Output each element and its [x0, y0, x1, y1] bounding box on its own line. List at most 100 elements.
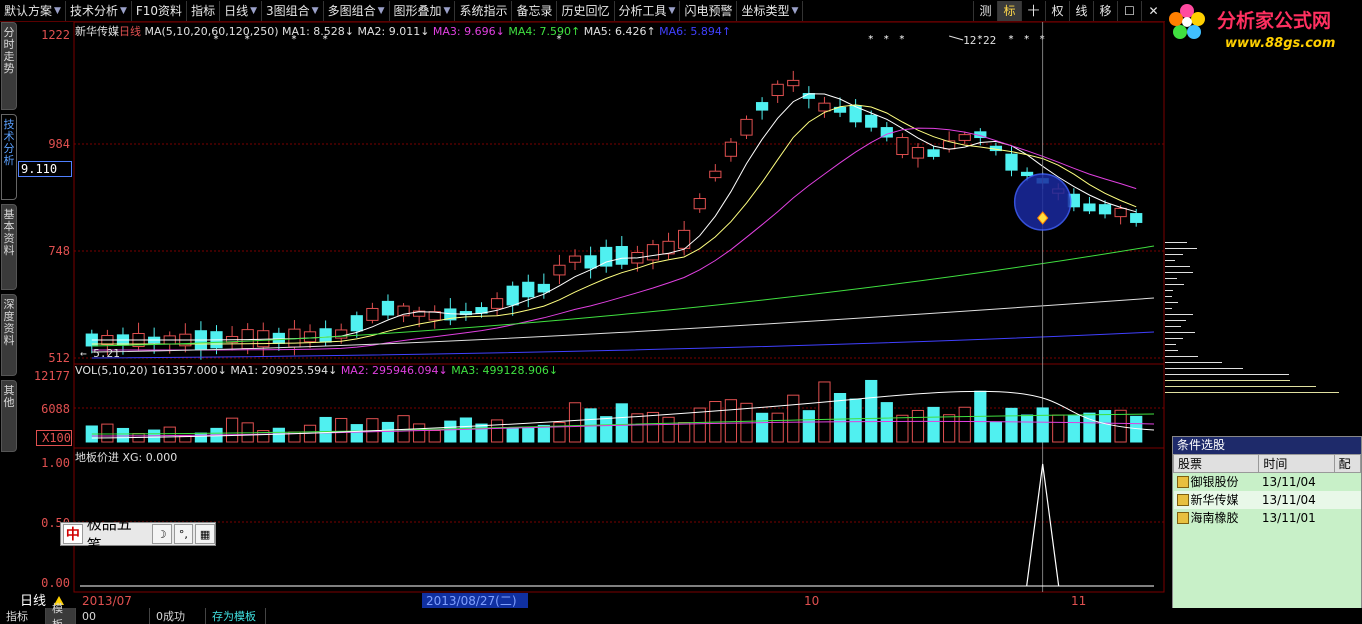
period-label: 日线: [119, 25, 141, 38]
keyboard-icon[interactable]: ▦: [195, 524, 215, 544]
toolbar-right-buttons: 测标十权线移 ☐ ✕: [973, 0, 1165, 21]
chevron-down-icon[interactable]: ▼: [250, 6, 257, 16]
toolbar-item-4[interactable]: 日线 ▼: [220, 0, 263, 21]
table-row[interactable]: 御银股份 13/11/04: [1174, 473, 1361, 491]
ma-legend-item: MA1: 8.528↓: [278, 25, 354, 38]
chip-bar: [1165, 386, 1316, 387]
volume-bar: [1020, 414, 1034, 443]
chip-distribution: [1165, 22, 1362, 436]
volume-bar: [724, 399, 738, 443]
candle-body: [958, 134, 971, 141]
ime-toolbar[interactable]: 中 极品五笔 ☽ °, ▦: [60, 515, 216, 554]
stock-name-cell[interactable]: 御银股份: [1174, 473, 1259, 491]
candle-body: [911, 146, 925, 159]
volume-bar: [459, 417, 473, 443]
toolbar-item-11[interactable]: 分析工具 ▼: [615, 0, 681, 21]
column-header-1[interactable]: 时间: [1258, 454, 1335, 473]
left-tab-2[interactable]: 基本资料: [1, 204, 17, 290]
volume-bar: [319, 416, 332, 443]
column-header-2[interactable]: 配: [1333, 454, 1362, 473]
volume-bar: [818, 381, 831, 443]
volume-bar: [1005, 407, 1018, 443]
chevron-down-icon[interactable]: ▼: [378, 6, 385, 16]
left-tab-0[interactable]: 分时走势: [1, 22, 17, 110]
toolbar-tool-button-7[interactable]: ✕: [1141, 0, 1165, 21]
volume-bar: [522, 426, 535, 443]
toolbar-item-13[interactable]: 坐标类型 ▼: [737, 0, 804, 21]
candle-body: [865, 114, 878, 128]
candle-body: [537, 283, 550, 293]
stock-name: 御银股份: [1190, 475, 1239, 490]
config-cell: [1334, 473, 1360, 491]
toolbar-tool-button-2[interactable]: 十: [1021, 0, 1045, 21]
punctuation-icon[interactable]: °,: [173, 524, 194, 544]
stock-icon: [1176, 512, 1189, 524]
left-tab-4[interactable]: 其他: [1, 380, 17, 452]
price-axis-label: 512: [48, 351, 70, 365]
volume-bar: [350, 424, 363, 443]
candle-body: [740, 118, 753, 136]
chip-bar: [1165, 392, 1340, 393]
toolbar-item-10[interactable]: 历史回忆: [557, 0, 615, 21]
toolbar-item-label: 系统指示: [459, 4, 508, 18]
stock-name-cell[interactable]: 海南橡胶: [1174, 509, 1259, 527]
stock-icon: [1176, 476, 1189, 489]
chip-bar: [1165, 338, 1184, 339]
chevron-down-icon[interactable]: ▼: [54, 6, 61, 16]
bottom-bar-item-1[interactable]: 模板: [46, 602, 76, 624]
toolbar-item-0[interactable]: 默认方案 ▼: [0, 0, 66, 21]
stock-name: 海南橡胶: [1190, 511, 1239, 525]
stock-name-cell[interactable]: 新华传媒: [1174, 491, 1259, 509]
chip-bar: [1165, 326, 1182, 327]
left-tab-3[interactable]: 深度资料: [1, 294, 17, 376]
toolbar-item-1[interactable]: 技术分析 ▼: [66, 0, 132, 21]
chevron-down-icon[interactable]: ▼: [669, 6, 676, 16]
toolbar-item-5[interactable]: 3图组合 ▼: [262, 0, 324, 21]
chevron-down-icon[interactable]: ▼: [444, 6, 451, 16]
chevron-down-icon[interactable]: ▼: [120, 6, 127, 16]
volume-bar: [194, 432, 208, 443]
table-row[interactable]: 新华传媒 13/11/04: [1173, 490, 1361, 509]
column-header-0[interactable]: 股票: [1172, 454, 1260, 473]
toolbar-tool-button-0[interactable]: 测: [973, 0, 997, 21]
toolbar-tool-button-1[interactable]: 标: [997, 0, 1021, 21]
toolbar-tool-button-6[interactable]: ☐: [1117, 0, 1141, 21]
chevron-down-icon[interactable]: ▼: [312, 6, 319, 16]
toolbar-item-8[interactable]: 系统指示: [455, 0, 513, 21]
price-panel-frame: [73, 22, 1165, 365]
toolbar-item-12[interactable]: 闪电预警: [680, 0, 738, 21]
volume-bar: [646, 411, 660, 443]
toolbar-tool-button-4[interactable]: 线: [1069, 0, 1093, 21]
signal-star-icon: *: [977, 34, 982, 45]
toolbar-item-3[interactable]: 指标: [187, 0, 221, 21]
ma-legend: MA(5,10,20,60,120,250) MA1: 8.528↓ MA2: …: [145, 25, 732, 38]
ime-mode-icon[interactable]: 中: [63, 524, 83, 544]
chip-bar: [1165, 350, 1179, 351]
toolbar-item-7[interactable]: 图形叠加 ▼: [390, 0, 456, 21]
volume-bar: [1036, 407, 1049, 443]
table-row[interactable]: 海南橡胶 13/11/01: [1174, 509, 1361, 527]
ime-name[interactable]: 极品五笔: [83, 513, 150, 555]
toolbar-tool-button-3[interactable]: 权: [1045, 0, 1069, 21]
ma-legend-item: MA2: 9.011↓: [353, 25, 430, 38]
bottom-bar-item-0[interactable]: 指标: [0, 608, 46, 624]
volume-bar: [1067, 415, 1080, 443]
left-tab-1[interactable]: 技术分析: [1, 114, 17, 200]
chart-area[interactable]: 12.22← 5.21* * * * * * * * * * * *2013/07 2013/08/27…: [18, 22, 1165, 608]
stock-name: 新华传媒: [1190, 493, 1239, 507]
toolbar-item-6[interactable]: 多图组合 ▼: [324, 0, 390, 21]
volume-bar: [444, 420, 457, 443]
toolbar-item-label: 技术分析: [69, 4, 118, 18]
candle-body: [787, 79, 800, 87]
bottom-bar-item-3[interactable]: 0成功: [150, 608, 206, 624]
bottom-bar-item-2[interactable]: 00: [76, 608, 150, 624]
toolbar-item-2[interactable]: F10资料: [132, 0, 188, 21]
moon-icon[interactable]: ☽: [151, 524, 172, 544]
volume-bar: [865, 379, 878, 443]
candle-body: [724, 141, 738, 157]
bottom-bar-item-4[interactable]: 存为模板: [206, 608, 266, 624]
toolbar-item-9[interactable]: 备忘录: [512, 0, 558, 21]
chevron-down-icon[interactable]: ▼: [791, 6, 798, 16]
volume-header: VOL(5,10,20) 161357.000↓ MA1: 209025.594…: [75, 364, 558, 378]
toolbar-tool-button-5[interactable]: 移: [1093, 0, 1117, 21]
